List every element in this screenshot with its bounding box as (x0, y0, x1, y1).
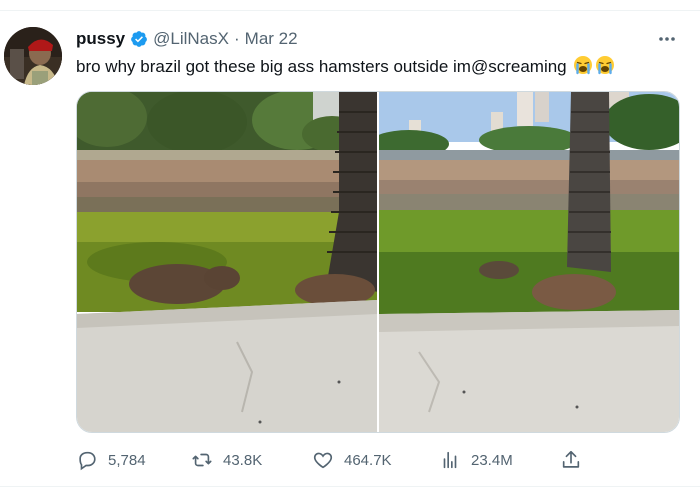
avatar[interactable] (4, 27, 62, 85)
bottom-divider (0, 486, 700, 487)
retweet-icon (192, 453, 212, 467)
views-count: 23.4M (471, 451, 513, 469)
retweet-button[interactable]: 43.8K (191, 446, 262, 474)
reply-button[interactable]: 5,784 (76, 446, 146, 474)
verified-badge-icon (130, 30, 148, 48)
tweet-text-container: bro why brazil got these big ass hamster… (76, 55, 615, 81)
photo-left[interactable] (77, 92, 377, 432)
loudly-crying-face-icon (595, 55, 615, 81)
reply-count: 5,784 (108, 451, 146, 469)
share-icon (562, 450, 580, 468)
like-button[interactable]: 464.7K (312, 446, 392, 474)
capybara-photo-left (77, 92, 377, 432)
views-chart-icon (443, 451, 457, 469)
top-divider (0, 10, 700, 11)
more-dots-icon (659, 37, 675, 41)
separator-dot: · (233, 29, 240, 48)
photo-right[interactable] (379, 92, 679, 432)
loudly-crying-face-icon (573, 55, 593, 81)
tweet-text: bro why brazil got these big ass hamster… (76, 57, 567, 76)
reply-icon (79, 451, 96, 471)
capybara-photo-right (379, 92, 679, 432)
display-name[interactable]: pussy (76, 29, 125, 49)
views-button[interactable]: 23.4M (439, 446, 513, 474)
avatar-image (4, 27, 62, 85)
tweet-header: pussy @LilNasX · Mar 22 (76, 28, 298, 50)
like-count: 464.7K (344, 451, 392, 469)
tweet-actions: 5,784 43.8K 464.7K 23.4M (76, 446, 606, 474)
more-options-button[interactable] (652, 29, 682, 49)
heart-icon (313, 452, 333, 469)
user-handle[interactable]: @LilNasX (153, 29, 229, 49)
tweet-date[interactable]: Mar 22 (245, 29, 298, 49)
share-button[interactable] (560, 446, 592, 474)
retweet-count: 43.8K (223, 451, 263, 469)
media-grid (76, 91, 680, 433)
